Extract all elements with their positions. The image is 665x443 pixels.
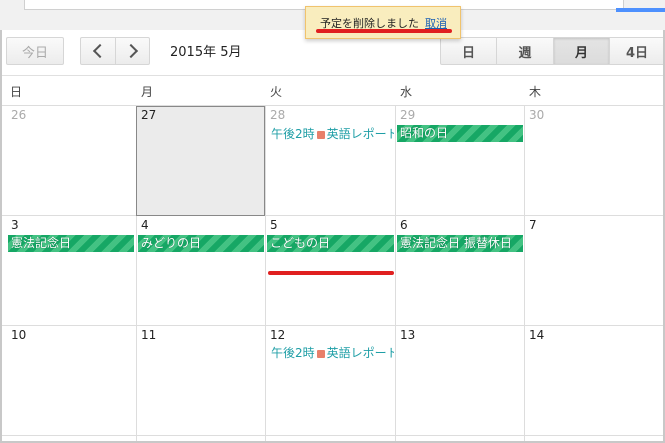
day-number[interactable]: 13 <box>400 328 415 342</box>
event-color-icon <box>316 349 325 358</box>
day-number[interactable]: 28 <box>270 108 285 122</box>
top-accent-bar <box>616 8 665 12</box>
today-button[interactable]: 今日 <box>6 37 64 65</box>
weekday-header-tue: 火 <box>270 85 283 99</box>
weekday-header-wed: 水 <box>400 85 413 99</box>
event-time: 午後2時 <box>271 346 315 360</box>
timed-event[interactable]: 午後2時 英語レポート <box>271 344 394 361</box>
day-number[interactable]: 12 <box>270 328 285 342</box>
day-number[interactable]: 3 <box>11 218 19 232</box>
grid-line <box>0 435 665 436</box>
day-number[interactable]: 10 <box>11 328 26 342</box>
view-4day-button[interactable]: 4日 <box>609 37 665 65</box>
event-title: こどもの日 <box>270 236 331 250</box>
next-period-button[interactable] <box>115 37 150 65</box>
day-number-today[interactable]: 27 <box>141 108 156 122</box>
allday-event[interactable]: 憲法記念日 <box>8 235 134 252</box>
grid-line <box>265 105 266 443</box>
grid-line <box>0 105 665 106</box>
day-number[interactable]: 7 <box>529 218 537 232</box>
allday-event[interactable]: 昭和の日 <box>397 125 523 142</box>
grid-line <box>395 105 396 443</box>
day-number[interactable]: 11 <box>141 328 156 342</box>
day-number[interactable]: 26 <box>11 108 26 122</box>
annotation-underline-toast <box>316 29 452 33</box>
event-title: 英語レポート <box>326 127 394 141</box>
weekday-header-thu: 木 <box>529 85 542 99</box>
grid-line <box>0 325 665 326</box>
day-number[interactable]: 5 <box>270 218 278 232</box>
event-title: 憲法記念日 <box>11 236 72 250</box>
grid-line <box>524 105 525 443</box>
event-title: 英語レポート <box>326 346 394 360</box>
view-month-button[interactable]: 月 <box>553 37 610 65</box>
window-border <box>0 30 2 443</box>
deleted-notification: 予定を削除しました 取消 <box>305 6 461 39</box>
allday-event[interactable]: 憲法記念日 振替休日 <box>397 235 523 252</box>
current-period-label: 2015年 5月 <box>170 45 242 60</box>
timed-event[interactable]: 午後2時 英語レポート <box>271 125 394 142</box>
day-number[interactable]: 6 <box>400 218 408 232</box>
day-number[interactable]: 4 <box>141 218 149 232</box>
weekday-header-sun: 日 <box>10 85 23 99</box>
view-week-button[interactable]: 週 <box>496 37 554 65</box>
event-title: みどりの日 <box>141 236 202 250</box>
annotation-underline-event <box>268 271 394 275</box>
toolbar-divider <box>0 75 665 76</box>
event-time: 午後2時 <box>271 127 315 141</box>
grid-line <box>0 215 665 216</box>
chevron-right-icon <box>123 43 138 59</box>
prev-period-button[interactable] <box>80 37 116 65</box>
allday-event[interactable]: みどりの日 <box>138 235 264 252</box>
day-number[interactable]: 29 <box>400 108 415 122</box>
event-title: 昭和の日 <box>400 126 449 140</box>
weekday-header-mon: 月 <box>141 85 154 99</box>
day-number[interactable]: 30 <box>529 108 544 122</box>
view-day-button[interactable]: 日 <box>440 37 497 65</box>
chevron-left-icon <box>92 43 108 59</box>
allday-event[interactable]: こどもの日 <box>267 235 394 252</box>
event-color-icon <box>316 130 325 139</box>
event-title: 憲法記念日 振替休日 <box>400 236 512 250</box>
day-number[interactable]: 14 <box>529 328 544 342</box>
today-cell-highlight[interactable] <box>136 106 265 216</box>
